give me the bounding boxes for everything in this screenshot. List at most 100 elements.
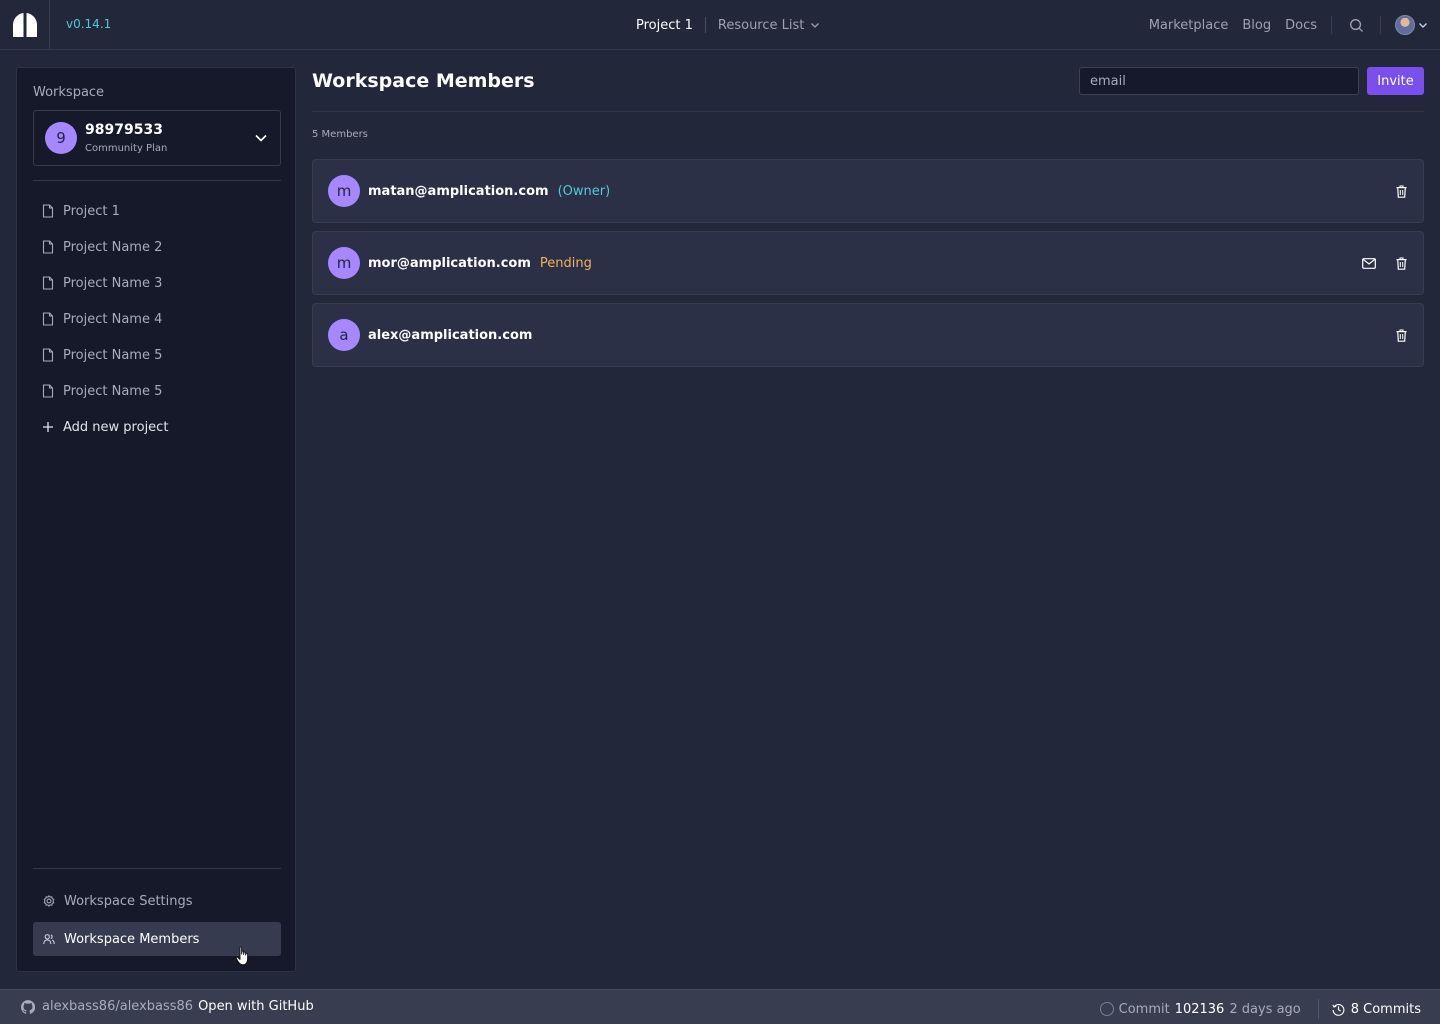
- project-item[interactable]: Project Name 2: [33, 229, 281, 265]
- commit-id[interactable]: 102136: [1175, 1002, 1225, 1017]
- invite-email-input[interactable]: [1079, 67, 1359, 95]
- github-icon: [21, 999, 35, 1014]
- commit-label: Commit: [1118, 1001, 1170, 1017]
- add-project-button[interactable]: Add new project: [33, 409, 281, 445]
- resource-list-dropdown[interactable]: Resource List: [718, 18, 820, 33]
- project-item[interactable]: Project 1: [33, 193, 281, 229]
- member-row: m mor@amplication.com Pending: [312, 231, 1424, 295]
- file-icon: [42, 276, 54, 290]
- logo-home-link[interactable]: [0, 0, 50, 50]
- open-with-github-link[interactable]: Open with GitHub: [198, 999, 314, 1014]
- trash-icon: [1396, 328, 1406, 342]
- member-email: matan@amplication.com: [368, 183, 549, 199]
- member-count: 5 Members: [312, 129, 368, 140]
- owner-badge: (Owner): [557, 183, 611, 199]
- hand-cursor-icon: [235, 946, 249, 966]
- workspace-sidebar: Workspace 9 98979533 Community Plan Proj…: [16, 67, 296, 972]
- top-links: Marketplace Blog Docs: [1149, 12, 1428, 38]
- member-actions: [1393, 326, 1409, 344]
- page-title: Workspace Members: [312, 70, 535, 92]
- workspace-avatar: 9: [45, 122, 77, 154]
- repo-info: alexbass86/alexbass86 Open with GitHub: [21, 999, 314, 1014]
- user-avatar: [1395, 15, 1415, 35]
- workspace-label: Workspace: [33, 85, 105, 100]
- repo-name: alexbass86/alexbass86: [42, 999, 194, 1014]
- file-icon: [42, 312, 54, 326]
- project-item[interactable]: Project Name 4: [33, 301, 281, 337]
- search-button[interactable]: [1346, 15, 1366, 35]
- sidebar-divider: [33, 868, 281, 869]
- chevron-down-icon: [1419, 23, 1427, 28]
- delete-member-button[interactable]: [1393, 182, 1409, 200]
- project-item[interactable]: Project Name 5: [33, 373, 281, 409]
- file-icon: [42, 384, 54, 398]
- trash-icon: [1396, 184, 1406, 198]
- members-list: m matan@amplication.com (Owner) m mor@am…: [312, 159, 1424, 375]
- project-item-label: Project Name 5: [63, 383, 163, 399]
- chevron-down-icon: [811, 23, 820, 28]
- member-avatar: a: [328, 319, 360, 351]
- member-actions: [1361, 254, 1409, 272]
- pending-badge: Pending: [539, 255, 592, 271]
- project-item-label: Project 1: [63, 203, 120, 219]
- search-icon: [1349, 18, 1363, 32]
- workspace-plan: Community Plan: [85, 143, 168, 154]
- workspace-selector[interactable]: 9 98979533 Community Plan: [33, 110, 281, 166]
- commit-time: 2 days ago: [1229, 1001, 1301, 1017]
- member-avatar: m: [328, 247, 360, 279]
- users-icon: [43, 934, 55, 945]
- project-list: Project 1 Project Name 2 Project Name 3 …: [33, 193, 281, 445]
- file-icon: [42, 240, 54, 254]
- commits-count: 8 Commits: [1350, 1001, 1421, 1017]
- resource-list-label: Resource List: [717, 17, 805, 33]
- app-version[interactable]: v0.14.1: [66, 17, 111, 31]
- delete-member-button[interactable]: [1393, 326, 1409, 344]
- member-row: a alex@amplication.com: [312, 303, 1424, 367]
- footer-divider: [1317, 999, 1319, 1019]
- project-item-label: Project Name 5: [63, 347, 163, 363]
- trash-icon: [1396, 256, 1406, 270]
- project-item[interactable]: Project Name 5: [33, 337, 281, 373]
- blog-link[interactable]: Blog: [1242, 18, 1271, 33]
- project-item[interactable]: Project Name 3: [33, 265, 281, 301]
- commit-status-icon: [1099, 1002, 1114, 1016]
- amplication-logo-icon: [12, 13, 37, 37]
- user-menu-button[interactable]: [1395, 15, 1428, 35]
- invite-button[interactable]: Invite: [1367, 67, 1424, 95]
- add-project-label: Add new project: [63, 419, 169, 435]
- workspace-members-label: Workspace Members: [64, 931, 200, 947]
- chevron-down-icon: [255, 134, 267, 142]
- commit-info: Commit 102136 2 days ago 8 Commits: [1099, 999, 1421, 1019]
- member-actions: [1393, 182, 1409, 200]
- workspace-settings-link[interactable]: Workspace Settings: [33, 884, 281, 918]
- resend-invite-button[interactable]: [1361, 254, 1377, 272]
- sidebar-divider: [33, 180, 281, 181]
- delete-member-button[interactable]: [1393, 254, 1409, 272]
- mail-icon: [1362, 257, 1376, 269]
- top-links-divider: [1380, 16, 1381, 34]
- top-bar: v0.14.1 Project 1 Resource List Marketpl…: [0, 0, 1440, 50]
- commits-link[interactable]: 8 Commits: [1332, 1002, 1421, 1017]
- project-item-label: Project Name 2: [63, 239, 163, 255]
- history-icon: [1332, 1003, 1345, 1016]
- docs-link[interactable]: Docs: [1285, 18, 1317, 33]
- workspace-name: 98979533: [85, 122, 163, 138]
- file-icon: [42, 348, 54, 362]
- member-email: alex@amplication.com: [368, 327, 533, 343]
- project-item-label: Project Name 4: [63, 311, 163, 327]
- file-icon: [42, 204, 54, 218]
- status-bar: alexbass86/alexbass86 Open with GitHub C…: [0, 989, 1440, 1024]
- plus-icon: [43, 422, 53, 432]
- top-links-divider: [1331, 16, 1332, 34]
- gear-icon: [43, 895, 55, 907]
- breadcrumb-divider: [704, 17, 706, 33]
- breadcrumb: Project 1 Resource List: [636, 15, 820, 35]
- member-email: mor@amplication.com: [368, 255, 531, 271]
- breadcrumb-project[interactable]: Project 1: [636, 18, 693, 33]
- member-avatar: m: [328, 175, 360, 207]
- member-row: m matan@amplication.com (Owner): [312, 159, 1424, 223]
- workspace-settings-label: Workspace Settings: [64, 893, 193, 909]
- header-divider: [312, 111, 1424, 112]
- project-item-label: Project Name 3: [63, 275, 163, 291]
- marketplace-link[interactable]: Marketplace: [1149, 18, 1229, 33]
